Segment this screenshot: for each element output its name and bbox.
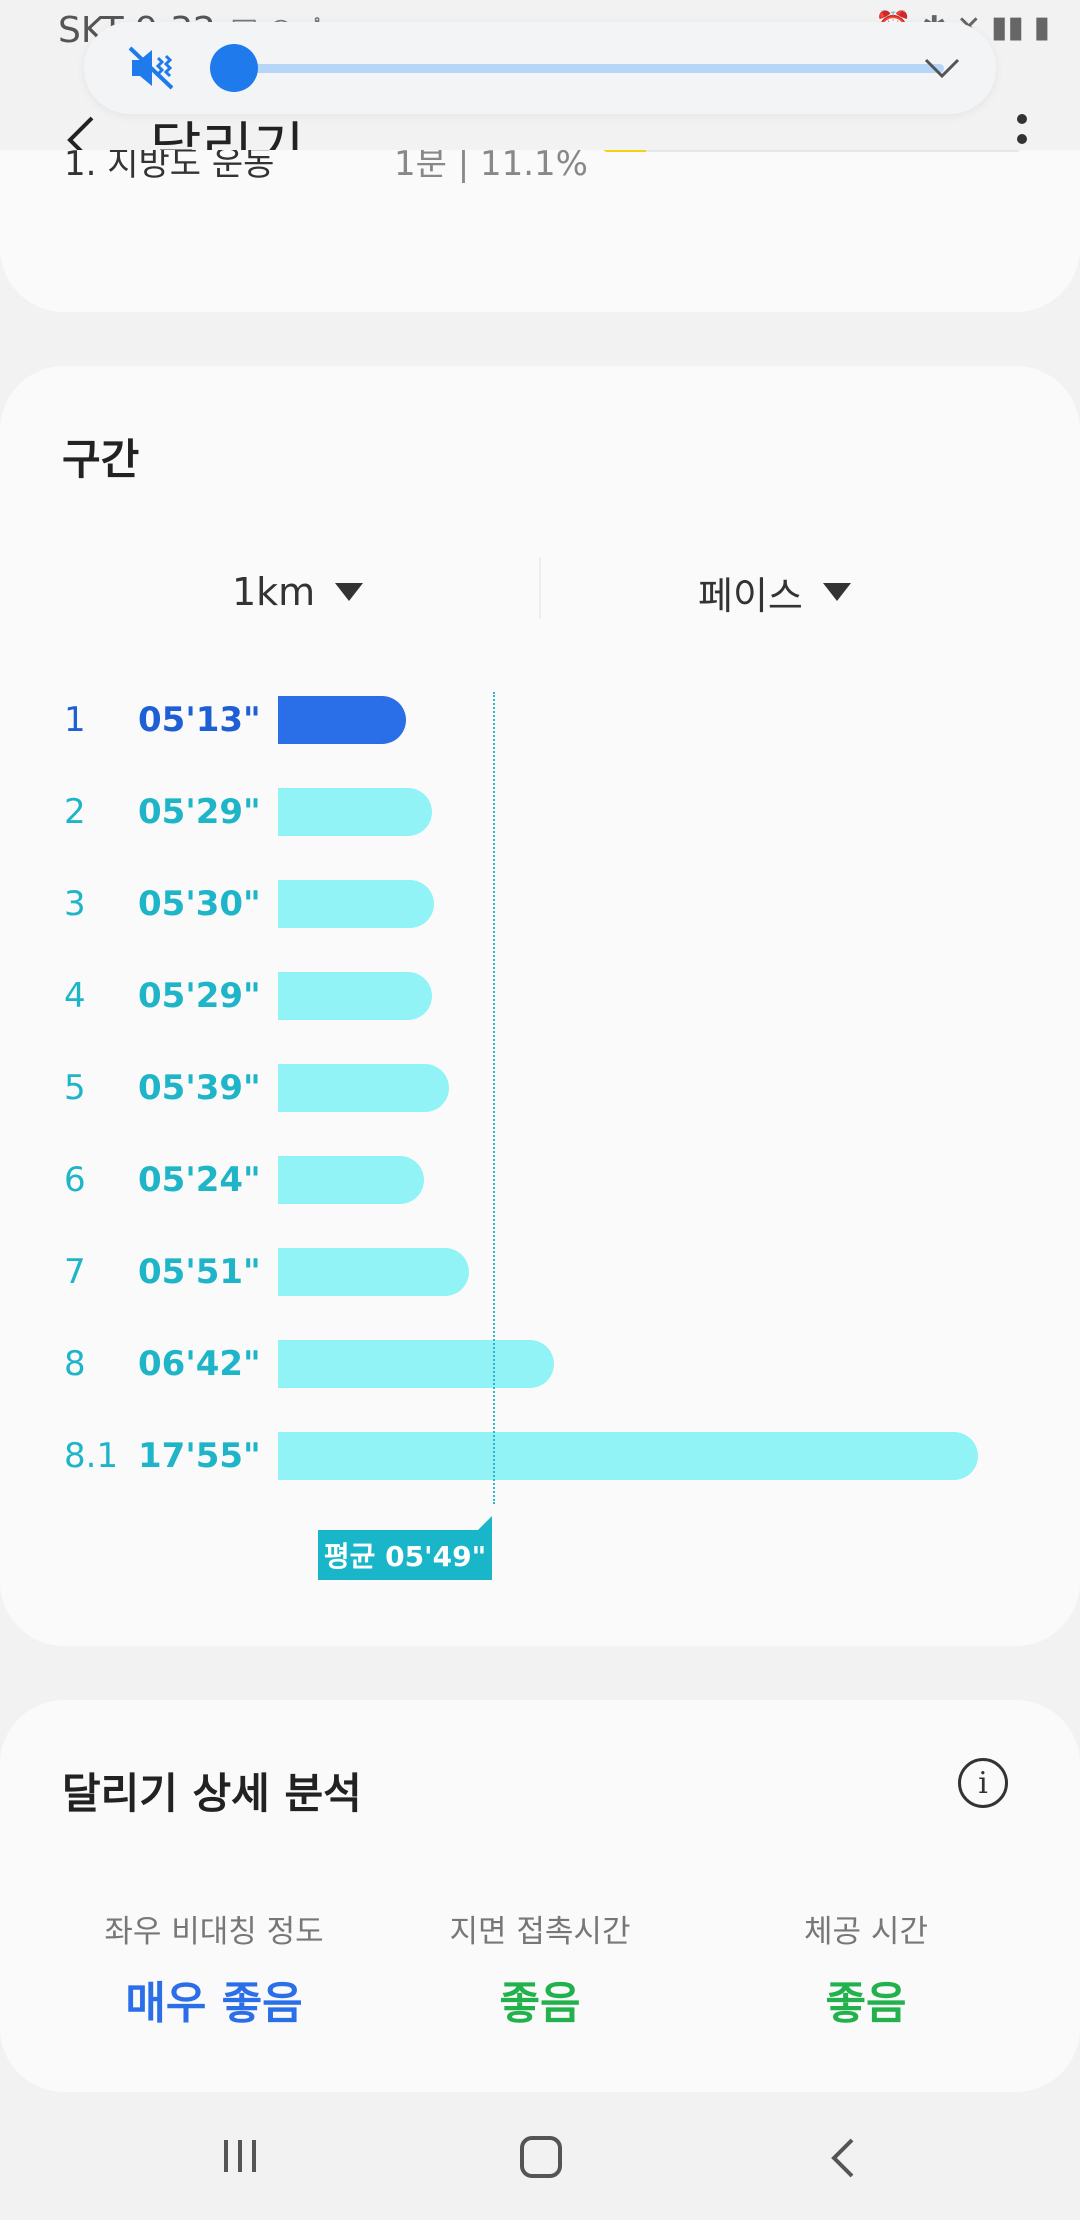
distance-dropdown[interactable]: 1km bbox=[232, 562, 364, 622]
segment-pace-bar bbox=[278, 788, 433, 836]
metric-label: 체공 시간 bbox=[804, 1914, 928, 1950]
segment-pace: 05'39" bbox=[138, 1068, 261, 1108]
segment-pace: 05'29" bbox=[138, 792, 261, 832]
segment-pace: 05'24" bbox=[138, 1160, 261, 1200]
asymmetry-metric: 좌우 비대칭 정도 매우 좋음 bbox=[34, 1906, 394, 2031]
metric-label: 지면 접촉시간 bbox=[449, 1914, 631, 1950]
segment-row[interactable]: 8 06'42" bbox=[0, 1336, 1080, 1400]
segment-pace: 05'29" bbox=[138, 976, 261, 1016]
segment-index: 5 bbox=[64, 1068, 86, 1108]
segment-pace: 05'13" bbox=[138, 700, 261, 740]
segment-index: 8 bbox=[64, 1344, 86, 1384]
metric-value: 좋음 bbox=[825, 1978, 907, 2029]
segment-pace: 05'30" bbox=[138, 884, 261, 924]
segment-pace-bar bbox=[278, 1064, 449, 1112]
segment-index: 3 bbox=[64, 884, 86, 924]
mute-icon[interactable] bbox=[126, 44, 176, 92]
intensity-bar bbox=[602, 150, 1022, 152]
info-icon[interactable]: i bbox=[958, 1758, 1008, 1808]
recent-apps-icon[interactable] bbox=[220, 2136, 260, 2176]
segment-pace: 17'55" bbox=[138, 1436, 261, 1476]
metric-dropdown[interactable]: 페이스 bbox=[698, 562, 851, 622]
volume-slider-knob[interactable] bbox=[210, 44, 258, 92]
segment-row[interactable]: 4 05'29" bbox=[0, 968, 1080, 1032]
average-line bbox=[493, 692, 495, 1504]
segments-title: 구간 bbox=[62, 435, 140, 484]
metric-dropdown-label: 페이스 bbox=[698, 573, 803, 618]
segment-pace: 05'51" bbox=[138, 1252, 261, 1292]
segment-pace: 06'42" bbox=[138, 1344, 261, 1384]
segment-row[interactable]: 8.1 17'55" bbox=[0, 1428, 1080, 1492]
distance-dropdown-label: 1km bbox=[232, 570, 316, 614]
segment-pace-bar bbox=[278, 972, 433, 1020]
average-badge: 평균 05'49" bbox=[318, 1516, 492, 1580]
segment-index: 1 bbox=[64, 700, 86, 740]
segment-row[interactable]: 7 05'51" bbox=[0, 1244, 1080, 1308]
segment-index: 8.1 bbox=[64, 1436, 119, 1476]
metric-value: 매우 좋음 bbox=[125, 1978, 303, 2029]
segment-row[interactable]: 1 05'13" bbox=[0, 692, 1080, 756]
intensity-card: 1. 지방도 운동 1분 | 11.1% bbox=[0, 150, 1080, 312]
intensity-row: 1. 지방도 운동 1분 | 11.1% bbox=[64, 150, 1022, 184]
segment-index: 4 bbox=[64, 976, 86, 1016]
nav-back-icon[interactable] bbox=[828, 2136, 858, 2180]
chevron-down-icon[interactable] bbox=[922, 48, 962, 88]
running-analysis-card: 달리기 상세 분석 i 좌우 비대칭 정도 매우 좋음 지면 접촉시간 좋음 체… bbox=[0, 1700, 1080, 2092]
segment-row[interactable]: 6 05'24" bbox=[0, 1152, 1080, 1216]
home-icon[interactable] bbox=[520, 2136, 562, 2178]
segment-pace-bar bbox=[278, 1248, 469, 1296]
ground-contact-metric: 지면 접촉시간 좋음 bbox=[360, 1906, 720, 2031]
intensity-row-label: 1. 지방도 운동 bbox=[64, 150, 275, 184]
dropdown-divider bbox=[539, 558, 541, 618]
segment-index: 2 bbox=[64, 792, 86, 832]
segment-pace-bar bbox=[278, 696, 406, 744]
segment-pace-bar bbox=[278, 880, 435, 928]
flight-time-metric: 체공 시간 좋음 bbox=[686, 1906, 1046, 2031]
segment-row[interactable]: 5 05'39" bbox=[0, 1060, 1080, 1124]
metric-value: 좋음 bbox=[499, 1978, 581, 2029]
caret-down-icon bbox=[335, 583, 364, 601]
segment-pace-bar bbox=[278, 1156, 425, 1204]
segment-index: 7 bbox=[64, 1252, 86, 1292]
intensity-row-value: 1분 | 11.1% bbox=[394, 150, 588, 184]
caret-down-icon bbox=[822, 583, 851, 601]
segment-pace-bar bbox=[278, 1340, 554, 1388]
segment-row[interactable]: 2 05'29" bbox=[0, 784, 1080, 848]
segments-card: 구간 1km 페이스 1 05'13" 2 05'29" 3 05'30" 4 05'29" 5… bbox=[0, 366, 1080, 1646]
segment-pace-bar bbox=[278, 1432, 978, 1480]
analysis-title: 달리기 상세 분석 bbox=[62, 1769, 362, 1818]
system-nav-bar bbox=[0, 2100, 1080, 2220]
volume-slider-track[interactable] bbox=[232, 64, 944, 73]
metric-label: 좌우 비대칭 정도 bbox=[104, 1914, 324, 1950]
segment-row[interactable]: 3 05'30" bbox=[0, 876, 1080, 940]
segment-index: 6 bbox=[64, 1160, 86, 1200]
